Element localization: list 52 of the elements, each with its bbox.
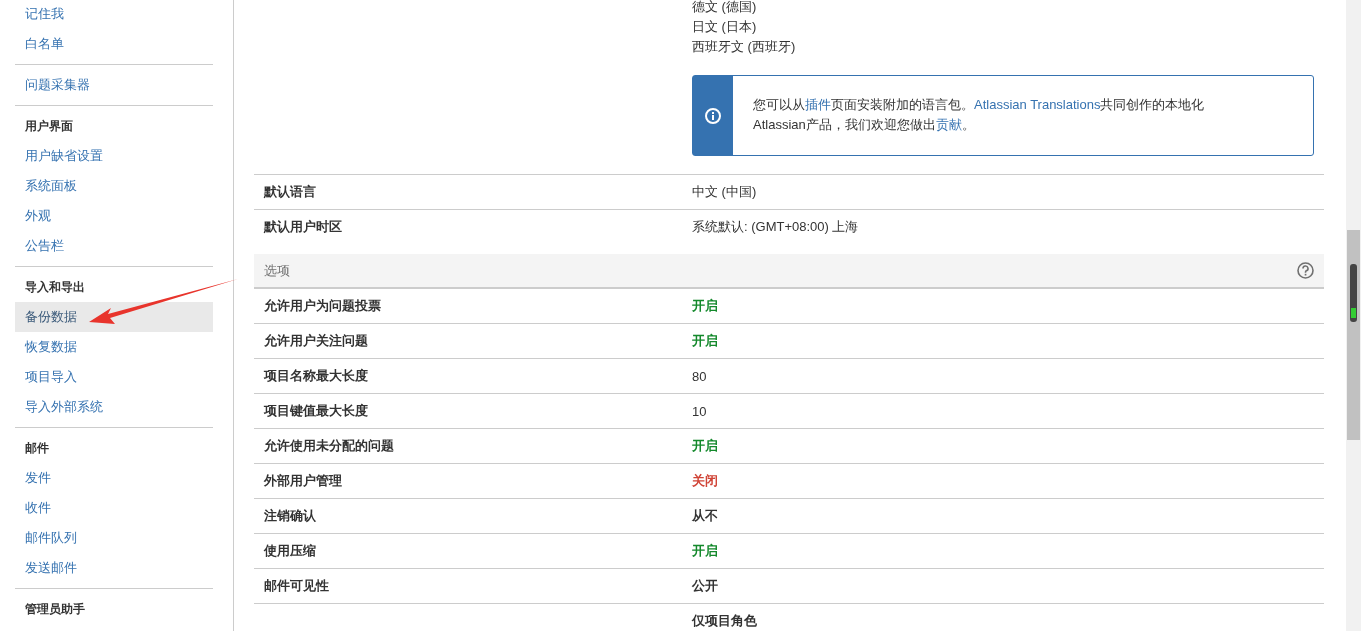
setting-value: 从不 [692, 507, 719, 525]
setting-label: 邮件可见性 [263, 577, 330, 595]
setting-value: 系统默认: (GMT+08:00) 上海 [692, 218, 860, 236]
sidebar-item[interactable]: 记住我 [15, 0, 213, 29]
setting-value: 关闭 [692, 472, 719, 490]
sidebar-heading: 导入和导出 [24, 279, 86, 296]
language-name: 日文 (日本) [692, 18, 758, 36]
setting-label: 默认用户时区 [262, 218, 343, 236]
sidebar-item[interactable]: 导入外部系统 [15, 392, 213, 422]
setting-label: 项目名称最大长度 [262, 367, 369, 385]
sidebar-heading: 邮件 [24, 440, 50, 457]
setting-label: 使用压缩 [262, 542, 317, 560]
setting-label: 允许使用未分配的问题 [263, 437, 395, 455]
language-name: 德文 (德国) [692, 0, 758, 16]
setting-value: 80 [692, 368, 708, 384]
setting-label: 允许用户为问题投票 [263, 297, 382, 315]
setting-value: 中文 (中国) [692, 183, 758, 201]
sidebar-item[interactable]: 邮件队列 [15, 523, 213, 553]
sidebar-item[interactable]: 公告栏 [15, 231, 213, 261]
sidebar-item[interactable]: 用户缺省设置 [15, 141, 213, 171]
sidebar-item[interactable]: 收件 [15, 493, 213, 523]
sidebar-item[interactable]: 外观 [15, 201, 213, 231]
setting-value: 仅项目角色 [692, 612, 758, 630]
sidebar-item[interactable]: 系统面板 [15, 171, 213, 201]
setting-label: 外部用户管理 [263, 472, 343, 490]
info-link[interactable]: Atlassian Translations [974, 97, 1101, 112]
sidebar-heading: 用户界面 [24, 118, 74, 135]
language-name: 西班牙文 (西班牙) [692, 38, 797, 56]
setting-label: 注销确认 [263, 507, 317, 525]
sidebar-item[interactable]: 问题采集器 [15, 70, 213, 100]
setting-value: 开启 [692, 542, 719, 560]
setting-label: 允许用户关注问题 [263, 332, 369, 350]
sidebar-item[interactable]: 白名单 [15, 29, 213, 59]
sidebar-item[interactable]: 备份数据 [15, 302, 213, 332]
sidebar-item[interactable]: 发件 [15, 463, 213, 493]
section-title: 选项 [264, 261, 290, 280]
setting-value: 10 [692, 403, 708, 419]
info-link[interactable]: 插件 [805, 97, 831, 112]
help-icon[interactable] [1297, 262, 1314, 279]
info-link[interactable]: 贡献 [935, 117, 962, 132]
setting-value: 开启 [692, 437, 719, 455]
setting-label: 项目键值最大长度 [262, 402, 369, 420]
info-text: 您可以从插件页面安装附加的语言包。Atlassian Translations共同创作的本地化Atlassian产品，我们欢迎您做出贡献。 [752, 96, 1206, 134]
sidebar-item[interactable]: 恢复数据 [15, 332, 213, 362]
sidebar-heading: 管理员助手 [24, 601, 86, 618]
setting-label: 默认语言 [262, 183, 317, 201]
setting-value: 开启 [692, 332, 719, 350]
setting-value: 开启 [692, 297, 719, 315]
setting-value: 公开 [692, 577, 719, 595]
sidebar-item[interactable]: 发送邮件 [15, 553, 213, 583]
sidebar-item[interactable]: 项目导入 [15, 362, 213, 392]
info-icon [705, 107, 721, 124]
